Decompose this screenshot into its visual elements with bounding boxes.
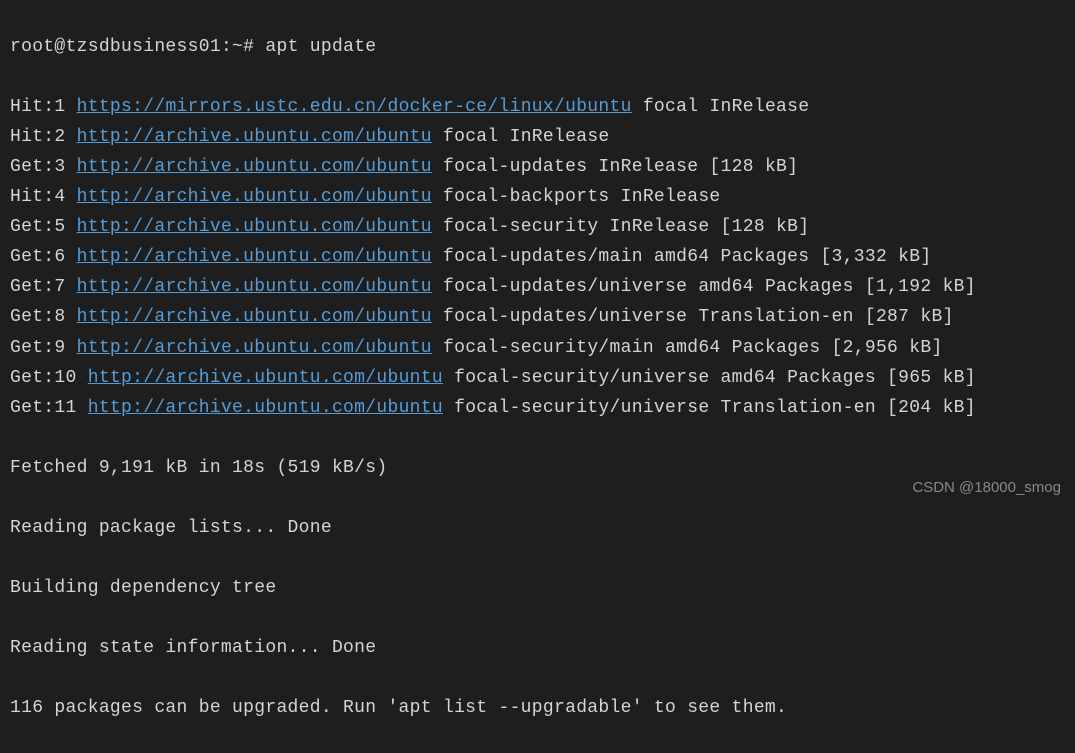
repo-line: Hit:2 http://archive.ubuntu.com/ubuntu f… xyxy=(10,122,1065,152)
repo-url-link[interactable]: http://archive.ubuntu.com/ubuntu xyxy=(77,307,432,327)
terminal-output[interactable]: root@tzsdbusiness01:~# apt update Hit:1 … xyxy=(10,2,1065,753)
repo-line: Get:6 http://archive.ubuntu.com/ubuntu f… xyxy=(10,242,1065,272)
line-prefix: Get:11 xyxy=(10,398,88,418)
line-suffix: focal-backports InRelease xyxy=(432,187,721,207)
upgrade-info-line: 116 packages can be upgraded. Run 'apt l… xyxy=(10,693,1065,723)
line-suffix: focal-security InRelease [128 kB] xyxy=(432,217,809,237)
line-prefix: Get:9 xyxy=(10,338,77,358)
line-suffix: focal InRelease xyxy=(432,127,610,147)
repo-url-link[interactable]: http://archive.ubuntu.com/ubuntu xyxy=(77,157,432,177)
repo-line: Get:7 http://archive.ubuntu.com/ubuntu f… xyxy=(10,272,1065,302)
repo-url-link[interactable]: http://archive.ubuntu.com/ubuntu xyxy=(77,247,432,267)
prompt-line: root@tzsdbusiness01:~# apt update xyxy=(10,32,1065,62)
repo-url-link[interactable]: http://archive.ubuntu.com/ubuntu xyxy=(77,277,432,297)
line-suffix: focal InRelease xyxy=(632,97,810,117)
repo-url-link[interactable]: http://archive.ubuntu.com/ubuntu xyxy=(88,368,443,388)
fetched-line: Fetched 9,191 kB in 18s (519 kB/s) xyxy=(10,453,1065,483)
repo-url-link[interactable]: https://mirrors.ustc.edu.cn/docker-ce/li… xyxy=(77,97,632,117)
repo-line: Get:9 http://archive.ubuntu.com/ubuntu f… xyxy=(10,333,1065,363)
line-suffix: focal-security/main amd64 Packages [2,95… xyxy=(432,338,943,358)
line-prefix: Get:10 xyxy=(10,368,88,388)
repo-line: Get:11 http://archive.ubuntu.com/ubuntu … xyxy=(10,393,1065,423)
line-prefix: Get:7 xyxy=(10,277,77,297)
repo-url-link[interactable]: http://archive.ubuntu.com/ubuntu xyxy=(77,217,432,237)
repo-url-link[interactable]: http://archive.ubuntu.com/ubuntu xyxy=(77,187,432,207)
line-prefix: Hit:2 xyxy=(10,127,77,147)
reading-lists-line: Reading package lists... Done xyxy=(10,513,1065,543)
line-prefix: Get:6 xyxy=(10,247,77,267)
line-prefix: Get:5 xyxy=(10,217,77,237)
line-suffix: focal-security/universe Translation-en [… xyxy=(443,398,976,418)
watermark: CSDN @18000_smog xyxy=(912,475,1061,500)
repo-url-link[interactable]: http://archive.ubuntu.com/ubuntu xyxy=(88,398,443,418)
line-suffix: focal-updates/main amd64 Packages [3,332… xyxy=(432,247,932,267)
repo-line: Hit:1 https://mirrors.ustc.edu.cn/docker… xyxy=(10,92,1065,122)
prompt-command: apt update xyxy=(265,37,376,57)
building-tree-line: Building dependency tree xyxy=(10,573,1065,603)
repo-url-link[interactable]: http://archive.ubuntu.com/ubuntu xyxy=(77,338,432,358)
line-suffix: focal-security/universe amd64 Packages [… xyxy=(443,368,976,388)
repo-line: Get:5 http://archive.ubuntu.com/ubuntu f… xyxy=(10,212,1065,242)
prompt-symbol: # xyxy=(243,37,254,57)
line-suffix: focal-updates/universe amd64 Packages [1… xyxy=(432,277,976,297)
line-prefix: Get:8 xyxy=(10,307,77,327)
repo-url-link[interactable]: http://archive.ubuntu.com/ubuntu xyxy=(77,127,432,147)
repo-line: Hit:4 http://archive.ubuntu.com/ubuntu f… xyxy=(10,182,1065,212)
line-prefix: Get:3 xyxy=(10,157,77,177)
reading-state-line: Reading state information... Done xyxy=(10,633,1065,663)
line-prefix: Hit:1 xyxy=(10,97,77,117)
repo-line: Get:8 http://archive.ubuntu.com/ubuntu f… xyxy=(10,302,1065,332)
line-prefix: Hit:4 xyxy=(10,187,77,207)
repo-line: Get:10 http://archive.ubuntu.com/ubuntu … xyxy=(10,363,1065,393)
prompt-path: ~ xyxy=(232,37,243,57)
prompt-user-host: root@tzsdbusiness01 xyxy=(10,37,221,57)
line-suffix: focal-updates/universe Translation-en [2… xyxy=(432,307,954,327)
repo-line: Get:3 http://archive.ubuntu.com/ubuntu f… xyxy=(10,152,1065,182)
line-suffix: focal-updates InRelease [128 kB] xyxy=(432,157,798,177)
